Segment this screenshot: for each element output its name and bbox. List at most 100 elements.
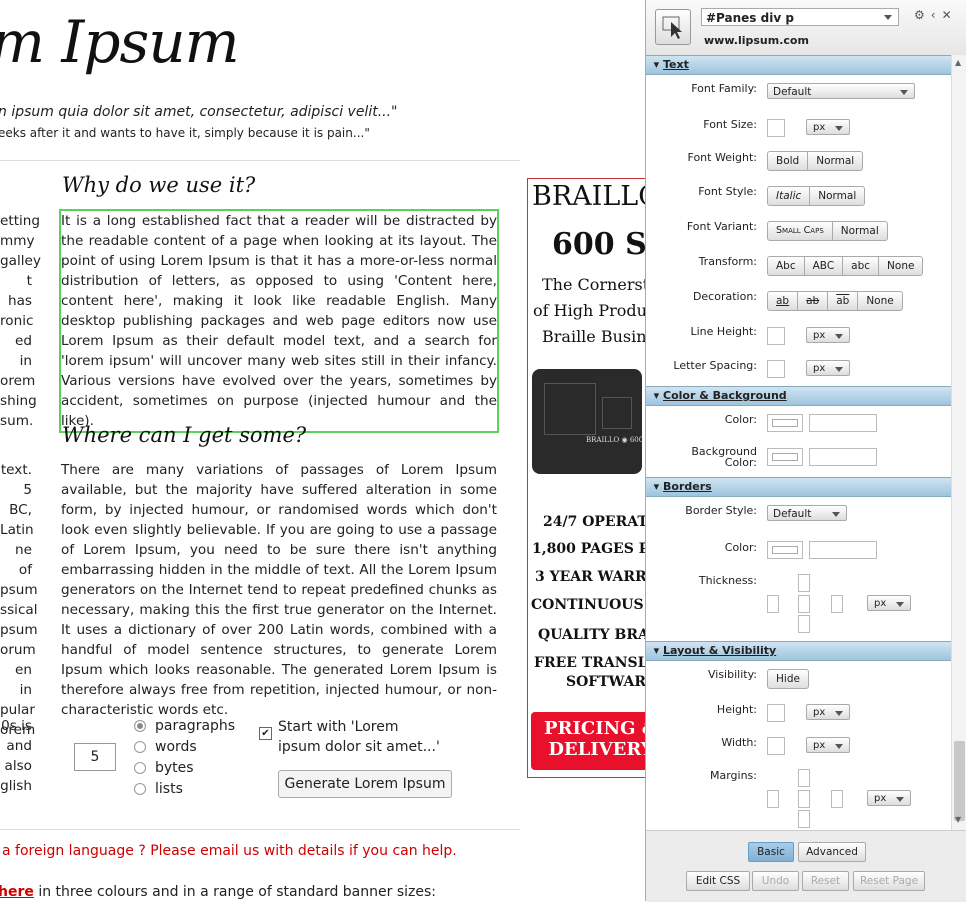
lowercase-button[interactable]: abc — [843, 257, 880, 275]
panel-footer: Basic Advanced Edit CSS Undo Reset Reset… — [646, 830, 966, 902]
undo-button[interactable]: Undo — [752, 871, 799, 891]
advanced-tab-button[interactable]: Advanced — [798, 842, 866, 862]
margin-top-input[interactable] — [798, 769, 810, 787]
height-input[interactable] — [767, 704, 785, 722]
width-input[interactable] — [767, 737, 785, 755]
divider — [0, 829, 520, 830]
background-color-input[interactable] — [809, 448, 877, 466]
border-top-input[interactable] — [798, 574, 810, 592]
panel-scrollbar[interactable]: ▲ ▼ — [951, 55, 966, 830]
selector-dropdown[interactable]: #Panes div p — [701, 8, 899, 26]
left-fragment-line: Latin — [0, 522, 34, 538]
label-border-style: Border Style: — [685, 504, 757, 517]
start-with-label: Start with 'Lorem ipsum dolor sit amet..… — [278, 719, 440, 755]
label-thickness: Thickness: — [698, 574, 757, 587]
letter-spacing-unit[interactable]: px — [806, 360, 850, 376]
normal-variant-button[interactable]: Normal — [833, 222, 887, 240]
css-editor-panel: #Panes div p ⚙‹✕ www.lipsum.com ▾ Text F… — [645, 0, 966, 902]
color-input[interactable] — [809, 414, 877, 432]
panel-header: #Panes div p ⚙‹✕ www.lipsum.com — [646, 0, 966, 56]
border-all-input[interactable] — [798, 595, 810, 613]
scroll-up-icon[interactable]: ▲ — [955, 58, 961, 67]
underline-button[interactable]: ab — [768, 292, 799, 310]
amount-input[interactable]: 5 — [74, 743, 116, 771]
label-border-color: Color: — [724, 541, 757, 554]
page-title: m Ipsum — [0, 8, 240, 76]
border-color-swatch[interactable] — [767, 541, 803, 559]
height-unit[interactable]: px — [806, 704, 850, 720]
pricing-delivery-button[interactable]: PRICING & DELIVERY — [531, 712, 645, 770]
section-layout-visibility[interactable]: ▾ Layout & Visibility — [646, 641, 951, 661]
hide-button[interactable]: Hide — [768, 670, 808, 688]
letter-spacing-input[interactable] — [767, 360, 785, 378]
font-size-input[interactable] — [767, 119, 785, 137]
radio-bytes[interactable]: bytes — [134, 757, 235, 778]
left-fragment-line: t has — [7, 273, 32, 309]
why-paragraph[interactable]: It is a long established fact that a rea… — [59, 209, 499, 433]
section-borders[interactable]: ▾ Borders — [646, 477, 951, 497]
border-right-input[interactable] — [831, 595, 843, 613]
scrollbar-thumb[interactable] — [954, 741, 965, 821]
left-fragment-line: sum. — [0, 413, 34, 429]
banner-link[interactable]: here — [0, 884, 34, 900]
generate-button[interactable]: Generate Lorem Ipsum — [278, 770, 452, 798]
left-fragment-line: text. — [0, 462, 32, 478]
margin-left-input[interactable] — [767, 790, 779, 808]
border-left-input[interactable] — [767, 595, 779, 613]
bold-button[interactable]: Bold — [768, 152, 809, 170]
inspect-element-button[interactable] — [655, 9, 691, 45]
strikethrough-button[interactable]: ab — [798, 292, 829, 310]
italic-button[interactable]: Italic — [768, 187, 811, 205]
normal-style-button[interactable]: Normal — [810, 187, 864, 205]
printer-image: BRAILLO ◉ 600 S2 — [532, 369, 645, 474]
width-unit[interactable]: px — [806, 737, 850, 753]
braillo-advert[interactable]: BRAILLO 600 S The Cornerst of High Produ… — [527, 178, 645, 778]
decoration-none-button[interactable]: None — [858, 292, 901, 310]
font-style-buttons: Italic Normal — [767, 186, 866, 206]
color-swatch[interactable] — [767, 414, 803, 432]
edit-css-button[interactable]: Edit CSS — [686, 871, 750, 891]
margin-all-input[interactable] — [798, 790, 810, 808]
left-fragment-line: ssical — [0, 602, 38, 618]
font-size-unit[interactable]: px — [806, 119, 850, 135]
radio-lists[interactable]: lists — [134, 778, 235, 799]
margins-unit[interactable]: px — [867, 790, 911, 806]
collapse-icon[interactable]: ‹ — [931, 8, 942, 22]
reset-page-button[interactable]: Reset Page — [853, 871, 925, 891]
capitalize-button[interactable]: Abc — [768, 257, 805, 275]
transform-buttons: Abc ABC abc None — [767, 256, 924, 276]
border-style-dropdown[interactable]: Default — [767, 505, 847, 521]
scroll-down-icon[interactable]: ▼ — [955, 815, 961, 824]
overline-button[interactable]: ab — [828, 292, 859, 310]
transform-none-button[interactable]: None — [879, 257, 922, 275]
normal-weight-button[interactable]: Normal — [808, 152, 862, 170]
why-heading: Why do we use it? — [62, 173, 256, 197]
basic-tab-button[interactable]: Basic — [748, 842, 794, 862]
label-decoration: Decoration: — [692, 290, 757, 303]
section-text[interactable]: ▾ Text — [646, 55, 951, 75]
radio-words[interactable]: words — [134, 736, 235, 757]
border-bottom-input[interactable] — [798, 615, 810, 633]
uppercase-button[interactable]: ABC — [805, 257, 844, 275]
property-list: ▾ Text Font Family: Default Font Size: p… — [646, 55, 951, 830]
close-icon[interactable]: ✕ — [942, 8, 958, 22]
radio-paragraphs[interactable]: paragraphs — [134, 715, 235, 736]
section-color-background[interactable]: ▾ Color & Background — [646, 386, 951, 406]
lipsum-page: m Ipsum n ipsum quia dolor sit amet, con… — [0, 0, 645, 901]
label-letter-spacing: Letter Spacing: — [673, 359, 757, 372]
margin-right-input[interactable] — [831, 790, 843, 808]
border-color-input[interactable] — [809, 541, 877, 559]
page-url: www.lipsum.com — [704, 34, 809, 47]
font-family-dropdown[interactable]: Default — [767, 83, 915, 99]
start-with-checkbox[interactable]: ✔ — [259, 727, 272, 740]
margin-bottom-input[interactable] — [798, 810, 810, 828]
reset-button[interactable]: Reset — [802, 871, 849, 891]
thickness-unit[interactable]: px — [867, 595, 911, 611]
line-height-unit[interactable]: px — [806, 327, 850, 343]
line-height-input[interactable] — [767, 327, 785, 345]
left-column-fragment: text. 5 BC, Latin ne of psum ssical psum orum en… — [0, 460, 38, 740]
gear-icon[interactable]: ⚙ — [914, 8, 931, 22]
small-caps-button[interactable]: Small Caps — [768, 222, 833, 240]
background-color-swatch[interactable] — [767, 448, 803, 466]
label-font-family: Font Family: — [691, 82, 757, 95]
